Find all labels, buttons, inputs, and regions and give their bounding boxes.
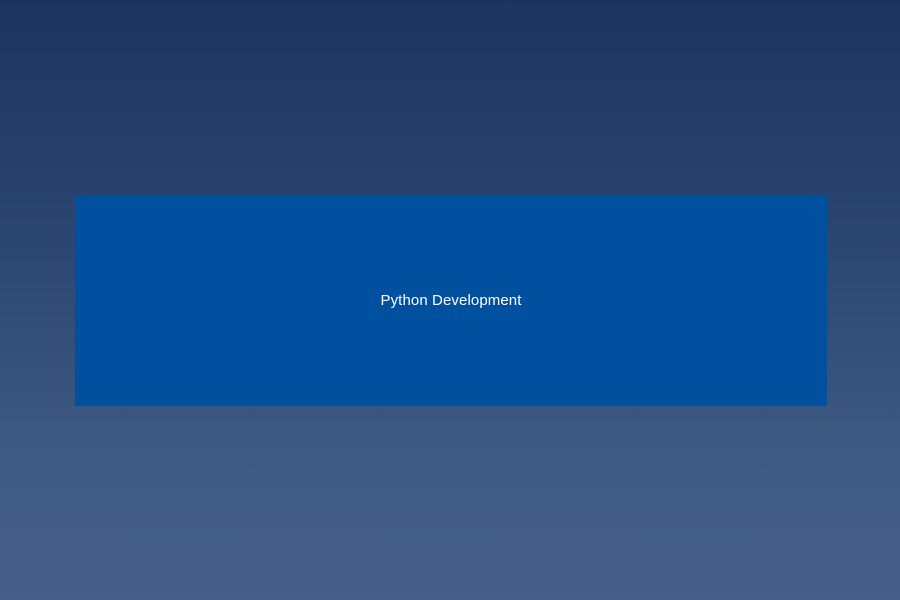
banner-label: Python Development [380,292,522,309]
python-development-banner[interactable]: Python Development [75,195,827,406]
page-background: { "banner": { "label": "Python Developme… [0,0,900,600]
